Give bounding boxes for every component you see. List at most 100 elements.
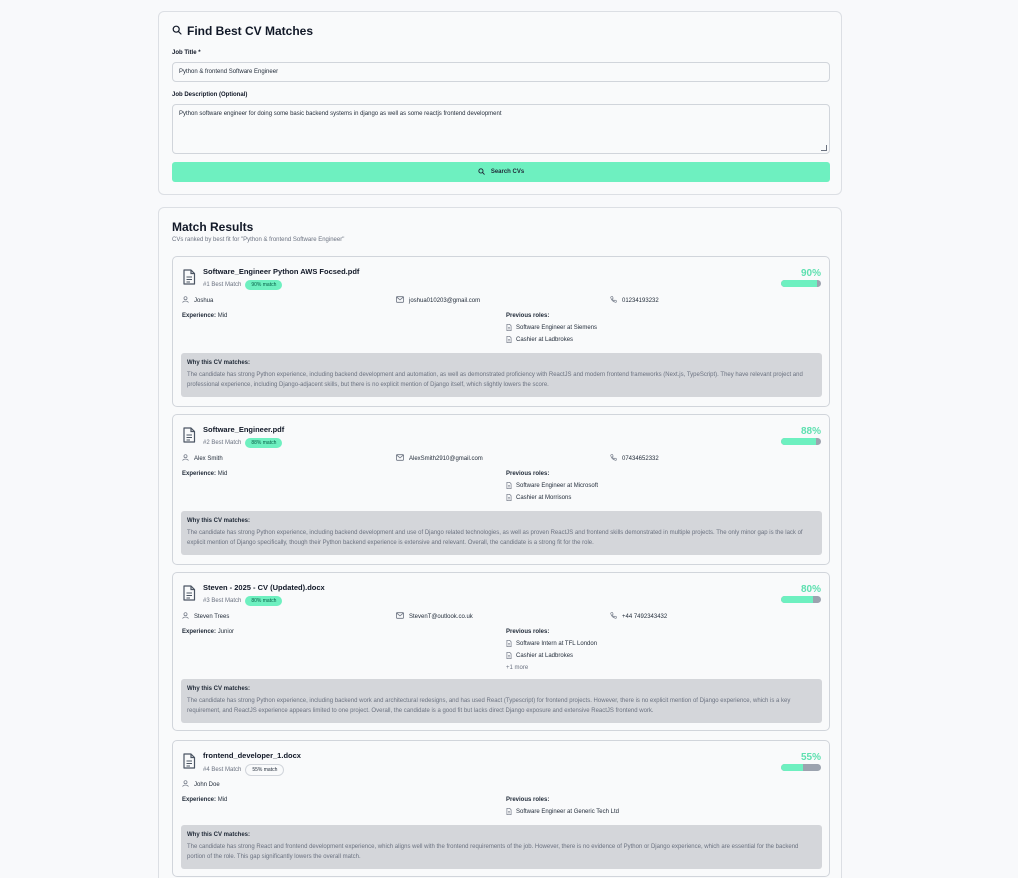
candidate-email: StevenT@outlook.co.uk	[396, 612, 473, 621]
why-matches-box: Why this CV matches: The candidate has s…	[181, 825, 822, 869]
match-bar-fill	[781, 280, 817, 287]
job-description-label: Job Description (Optional)	[172, 92, 248, 98]
previous-roles: Previous roles: Software Engineer at Gen…	[506, 797, 619, 818]
phone-icon	[610, 454, 617, 463]
rank-line: #3 Best Match 80% match	[203, 596, 283, 606]
experience-label: Experience:	[182, 797, 217, 803]
document-icon	[506, 323, 512, 333]
mail-icon	[396, 454, 404, 463]
previous-role-text: Software Engineer at Siemens	[516, 325, 598, 331]
search-panel: Find Best CV Matches Job Title * Python …	[158, 11, 842, 195]
results-panel: Match Results CVs ranked by best fit for…	[158, 207, 842, 878]
why-matches-title: Why this CV matches:	[187, 360, 251, 366]
search-title: Find Best CV Matches	[172, 24, 313, 38]
previous-role-item: Software Engineer at Siemens	[506, 322, 597, 334]
result-card[interactable]: frontend_developer_1.docx #4 Best Match …	[172, 740, 830, 877]
candidate-email: AlexSmith2910@gmail.com	[396, 454, 483, 463]
rank-label: #3 Best Match	[203, 598, 242, 604]
why-matches-text: The candidate has strong React and front…	[187, 844, 799, 860]
cv-file-name[interactable]: Software_Engineer Python AWS Focsed.pdf	[203, 267, 359, 276]
search-cvs-label: Search CVs	[490, 169, 525, 175]
candidate-phone: +44 7492343432	[610, 612, 667, 621]
search-icon	[172, 24, 182, 38]
previous-role-text: Software Engineer at Generic Tech Ltd	[516, 809, 619, 815]
experience-label: Experience:	[182, 313, 217, 319]
result-card[interactable]: Software_Engineer Python AWS Focsed.pdf …	[172, 256, 830, 407]
why-matches-title: Why this CV matches:	[187, 832, 251, 838]
cv-file-name[interactable]: frontend_developer_1.docx	[203, 751, 301, 760]
candidate-email-text: StevenT@outlook.co.uk	[409, 613, 473, 620]
experience: Experience: Mid	[182, 471, 227, 477]
user-icon	[182, 296, 189, 305]
user-icon	[182, 454, 189, 463]
job-description-input[interactable]: Python software engineer for doing some …	[172, 104, 830, 154]
user-icon	[182, 780, 189, 789]
previous-roles: Previous roles: Software Engineer at Mic…	[506, 471, 598, 504]
previous-role-text: Software Intern at TFL London	[516, 641, 598, 647]
result-card[interactable]: Software_Engineer.pdf #2 Best Match 88% …	[172, 414, 830, 565]
previous-roles-label: Previous roles:	[506, 313, 550, 319]
candidate-name: Alex Smith	[182, 454, 223, 463]
file-icon	[182, 585, 196, 601]
match-bar	[781, 596, 821, 603]
candidate-phone-text: +44 7492343432	[622, 613, 668, 620]
cv-file-name[interactable]: Steven - 2025 - CV (Updated).docx	[203, 583, 325, 592]
candidate-name: Joshua	[182, 296, 213, 305]
rank-label: #2 Best Match	[203, 440, 242, 446]
experience: Experience: Junior	[182, 629, 234, 635]
previous-role-item: Software Engineer at Generic Tech Ltd	[506, 806, 619, 818]
previous-roles-label: Previous roles:	[506, 629, 550, 635]
document-icon	[506, 651, 512, 661]
why-matches-title: Why this CV matches:	[187, 686, 251, 692]
rank-line: #2 Best Match 88% match	[203, 438, 283, 448]
previous-role-item: Cashier at Morrisons	[506, 492, 598, 504]
resize-handle-icon[interactable]	[821, 145, 827, 151]
match-bar	[781, 764, 821, 771]
match-bar-fill	[781, 438, 817, 445]
why-matches-box: Why this CV matches: The candidate has s…	[181, 353, 822, 397]
previous-role-item: Cashier at Ladbrokes	[506, 334, 597, 346]
result-card[interactable]: Steven - 2025 - CV (Updated).docx #3 Bes…	[172, 572, 830, 731]
previous-role-text: Cashier at Morrisons	[516, 495, 572, 501]
match-bar-fill	[781, 596, 813, 603]
candidate-phone: 07434652332	[610, 454, 659, 463]
match-bar	[781, 438, 821, 445]
match-bar-fill	[781, 764, 803, 771]
candidate-email-text: joshua010203@gmail.com	[409, 297, 481, 304]
job-title-input[interactable]: Python & frontend Software Engineer	[172, 62, 830, 82]
previous-roles: Previous roles: Software Engineer at Sie…	[506, 313, 597, 346]
match-bar	[781, 280, 821, 287]
file-icon	[182, 427, 196, 443]
previous-role-item: Software Engineer at Microsoft	[506, 480, 598, 492]
more-roles-link[interactable]: +1 more	[506, 662, 597, 674]
search-cvs-button[interactable]: Search CVs	[172, 162, 830, 182]
phone-icon	[610, 296, 617, 305]
previous-role-item: Software Intern at TFL London	[506, 638, 597, 650]
experience-value: Junior	[217, 629, 235, 635]
candidate-email-text: AlexSmith2910@gmail.com	[409, 455, 483, 462]
user-icon	[182, 612, 189, 621]
rank-label: #4 Best Match	[203, 767, 242, 773]
results-subtitle: CVs ranked by best fit for "Python & fro…	[172, 237, 345, 243]
phone-icon	[610, 612, 617, 621]
candidate-name-text: Alex Smith	[194, 455, 223, 462]
candidate-email: joshua010203@gmail.com	[396, 296, 480, 305]
match-percent: 80%	[800, 584, 821, 595]
rank-line: #4 Best Match 55% match	[203, 764, 285, 776]
mail-icon	[396, 296, 404, 305]
candidate-name-text: John Doe	[194, 781, 220, 788]
candidate-name: John Doe	[182, 780, 220, 789]
match-badge: 88% match	[245, 438, 283, 448]
match-percent: 55%	[800, 752, 821, 763]
experience-value: Mid	[217, 313, 228, 319]
document-icon	[506, 807, 512, 817]
previous-roles-label: Previous roles:	[506, 471, 550, 477]
cv-file-name[interactable]: Software_Engineer.pdf	[203, 425, 284, 434]
search-title-text: Find Best CV Matches	[187, 24, 314, 38]
rank-line: #1 Best Match 90% match	[203, 280, 283, 290]
match-percent: 88%	[800, 426, 821, 437]
document-icon	[506, 481, 512, 491]
rank-label: #1 Best Match	[203, 282, 242, 288]
why-matches-text: The candidate has strong Python experien…	[187, 372, 803, 388]
previous-role-text: Cashier at Ladbrokes	[516, 337, 574, 343]
